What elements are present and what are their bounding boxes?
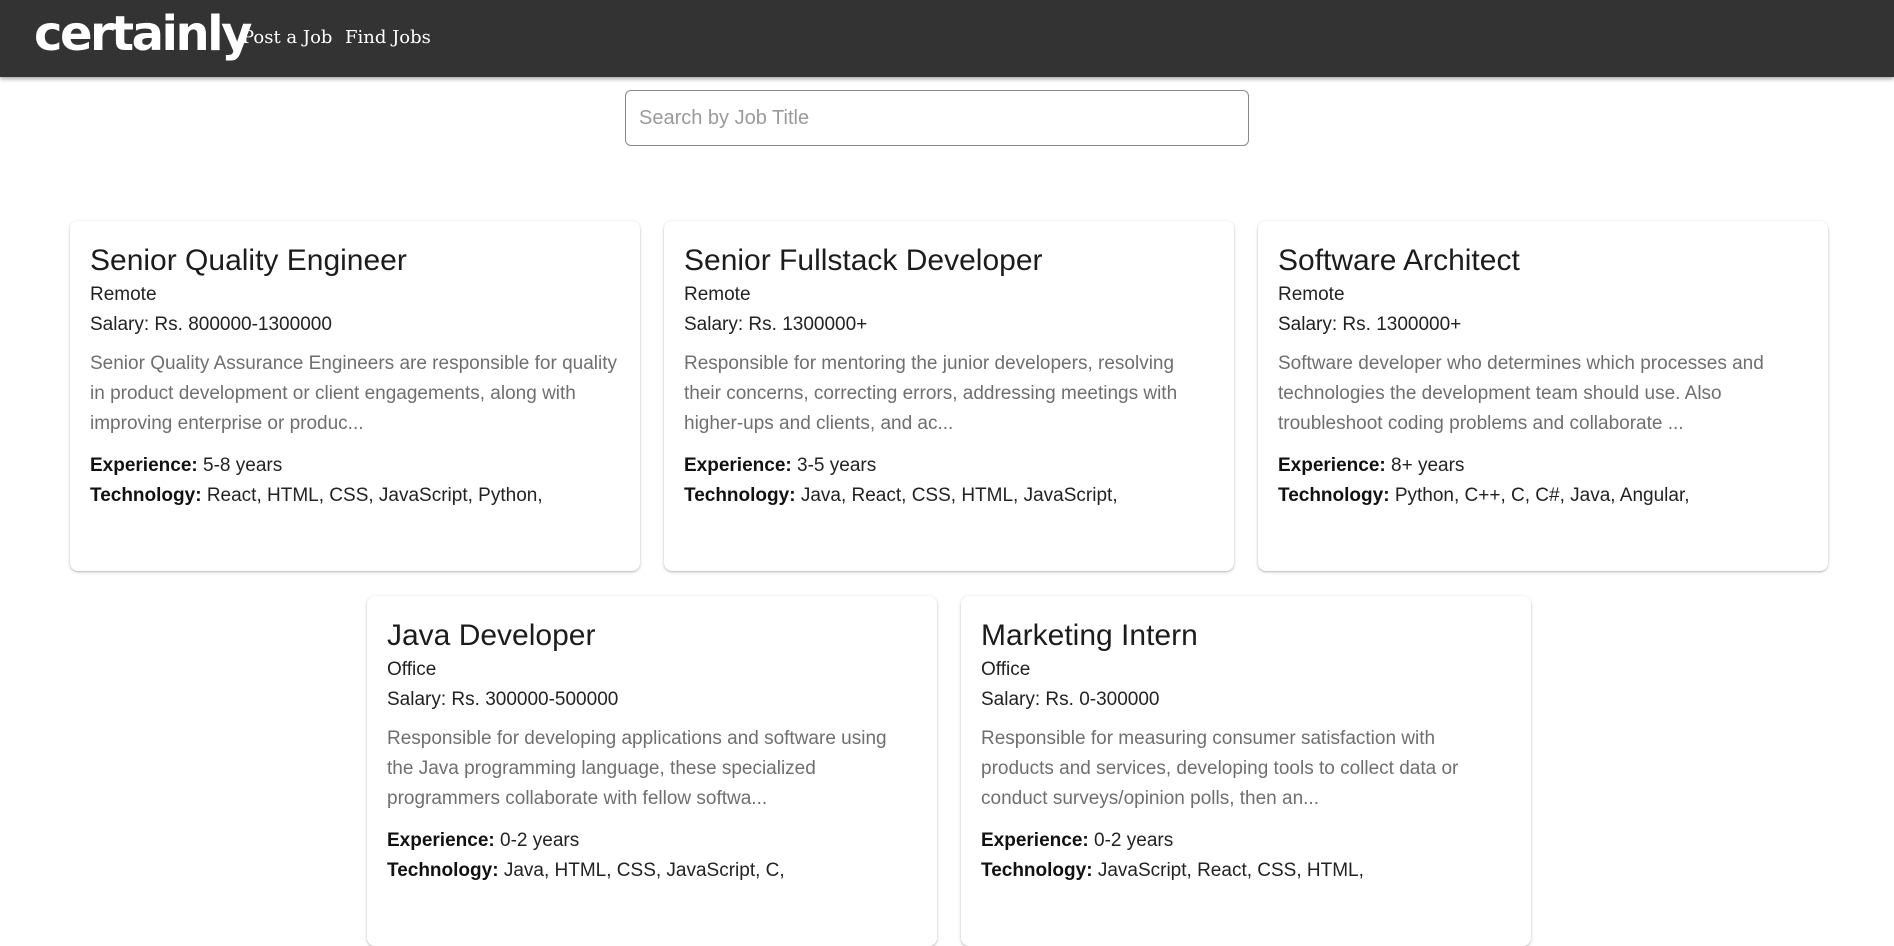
- technology-value: Java, HTML, CSS, JavaScript, C,: [503, 860, 785, 881]
- experience-value: 0-2 years: [1094, 830, 1174, 851]
- job-card[interactable]: Marketing Intern Office Salary: Rs. 0-30…: [961, 596, 1531, 946]
- technology-label: Technology:: [981, 860, 1093, 881]
- job-salary: Salary: Rs. 0-300000: [981, 689, 1160, 710]
- search-box: [625, 90, 1249, 146]
- job-title: Java Developer: [387, 619, 596, 652]
- job-technology: Technology: React, HTML, CSS, JavaScript…: [90, 481, 620, 511]
- job-technology: Technology: JavaScript, React, CSS, HTML…: [981, 856, 1511, 886]
- job-title: Senior Fullstack Developer: [684, 244, 1043, 277]
- nav-find-jobs[interactable]: Find Jobs: [345, 26, 431, 50]
- certainly-logo[interactable]: certainly: [34, 0, 252, 72]
- job-description: Software developer who determines which …: [1278, 353, 1764, 434]
- technology-label: Technology:: [684, 485, 796, 506]
- job-description: Responsible for mentoring the junior dev…: [684, 353, 1178, 434]
- job-technology: Technology: Java, HTML, CSS, JavaScript,…: [387, 856, 917, 886]
- experience-label: Experience:: [1278, 455, 1386, 476]
- technology-value: Java, React, CSS, HTML, JavaScript,: [800, 485, 1118, 506]
- experience-value: 5-8 years: [203, 455, 283, 476]
- job-technology: Technology: Python, C++, C, C#, Java, An…: [1278, 481, 1808, 511]
- experience-label: Experience:: [387, 830, 495, 851]
- job-salary: Salary: Rs. 300000-500000: [387, 689, 619, 710]
- job-location: Remote: [684, 284, 751, 305]
- experience-value: 8+ years: [1391, 455, 1465, 476]
- job-title: Marketing Intern: [981, 619, 1198, 652]
- job-salary: Salary: Rs. 800000-1300000: [90, 314, 332, 335]
- job-experience: Experience: 0-2 years: [387, 826, 917, 856]
- job-description: Senior Quality Assurance Engineers are r…: [90, 353, 618, 434]
- experience-value: 3-5 years: [797, 455, 877, 476]
- job-experience: Experience: 8+ years: [1278, 451, 1808, 481]
- experience-label: Experience:: [684, 455, 792, 476]
- technology-value: JavaScript, React, CSS, HTML,: [1097, 860, 1364, 881]
- job-salary: Salary: Rs. 1300000+: [684, 314, 868, 335]
- job-card[interactable]: Senior Quality Engineer Remote Salary: R…: [70, 221, 640, 571]
- job-description: Responsible for measuring consumer satis…: [981, 728, 1459, 809]
- job-location: Remote: [90, 284, 157, 305]
- job-card[interactable]: Senior Fullstack Developer Remote Salary…: [664, 221, 1234, 571]
- technology-label: Technology:: [387, 860, 499, 881]
- job-title: Software Architect: [1278, 244, 1520, 277]
- job-salary: Salary: Rs. 1300000+: [1278, 314, 1462, 335]
- job-title: Senior Quality Engineer: [90, 244, 407, 277]
- technology-label: Technology:: [1278, 485, 1390, 506]
- job-card[interactable]: Java Developer Office Salary: Rs. 300000…: [367, 596, 937, 946]
- top-navbar: certainly Post a Job Find Jobs: [0, 0, 1894, 77]
- job-location: Office: [981, 659, 1031, 680]
- job-description: Responsible for developing applications …: [387, 728, 887, 809]
- technology-value: React, HTML, CSS, JavaScript, Python,: [206, 485, 543, 506]
- job-location: Office: [387, 659, 437, 680]
- job-location: Remote: [1278, 284, 1345, 305]
- job-experience: Experience: 5-8 years: [90, 451, 620, 481]
- search-input[interactable]: [639, 91, 1235, 145]
- experience-label: Experience:: [90, 455, 198, 476]
- experience-label: Experience:: [981, 830, 1089, 851]
- job-experience: Experience: 0-2 years: [981, 826, 1511, 856]
- job-technology: Technology: Java, React, CSS, HTML, Java…: [684, 481, 1214, 511]
- nav-post-a-job[interactable]: Post a Job: [242, 26, 332, 50]
- experience-value: 0-2 years: [500, 830, 580, 851]
- technology-value: Python, C++, C, C#, Java, Angular,: [1394, 485, 1690, 506]
- technology-label: Technology:: [90, 485, 202, 506]
- job-card[interactable]: Software Architect Remote Salary: Rs. 13…: [1258, 221, 1828, 571]
- job-experience: Experience: 3-5 years: [684, 451, 1214, 481]
